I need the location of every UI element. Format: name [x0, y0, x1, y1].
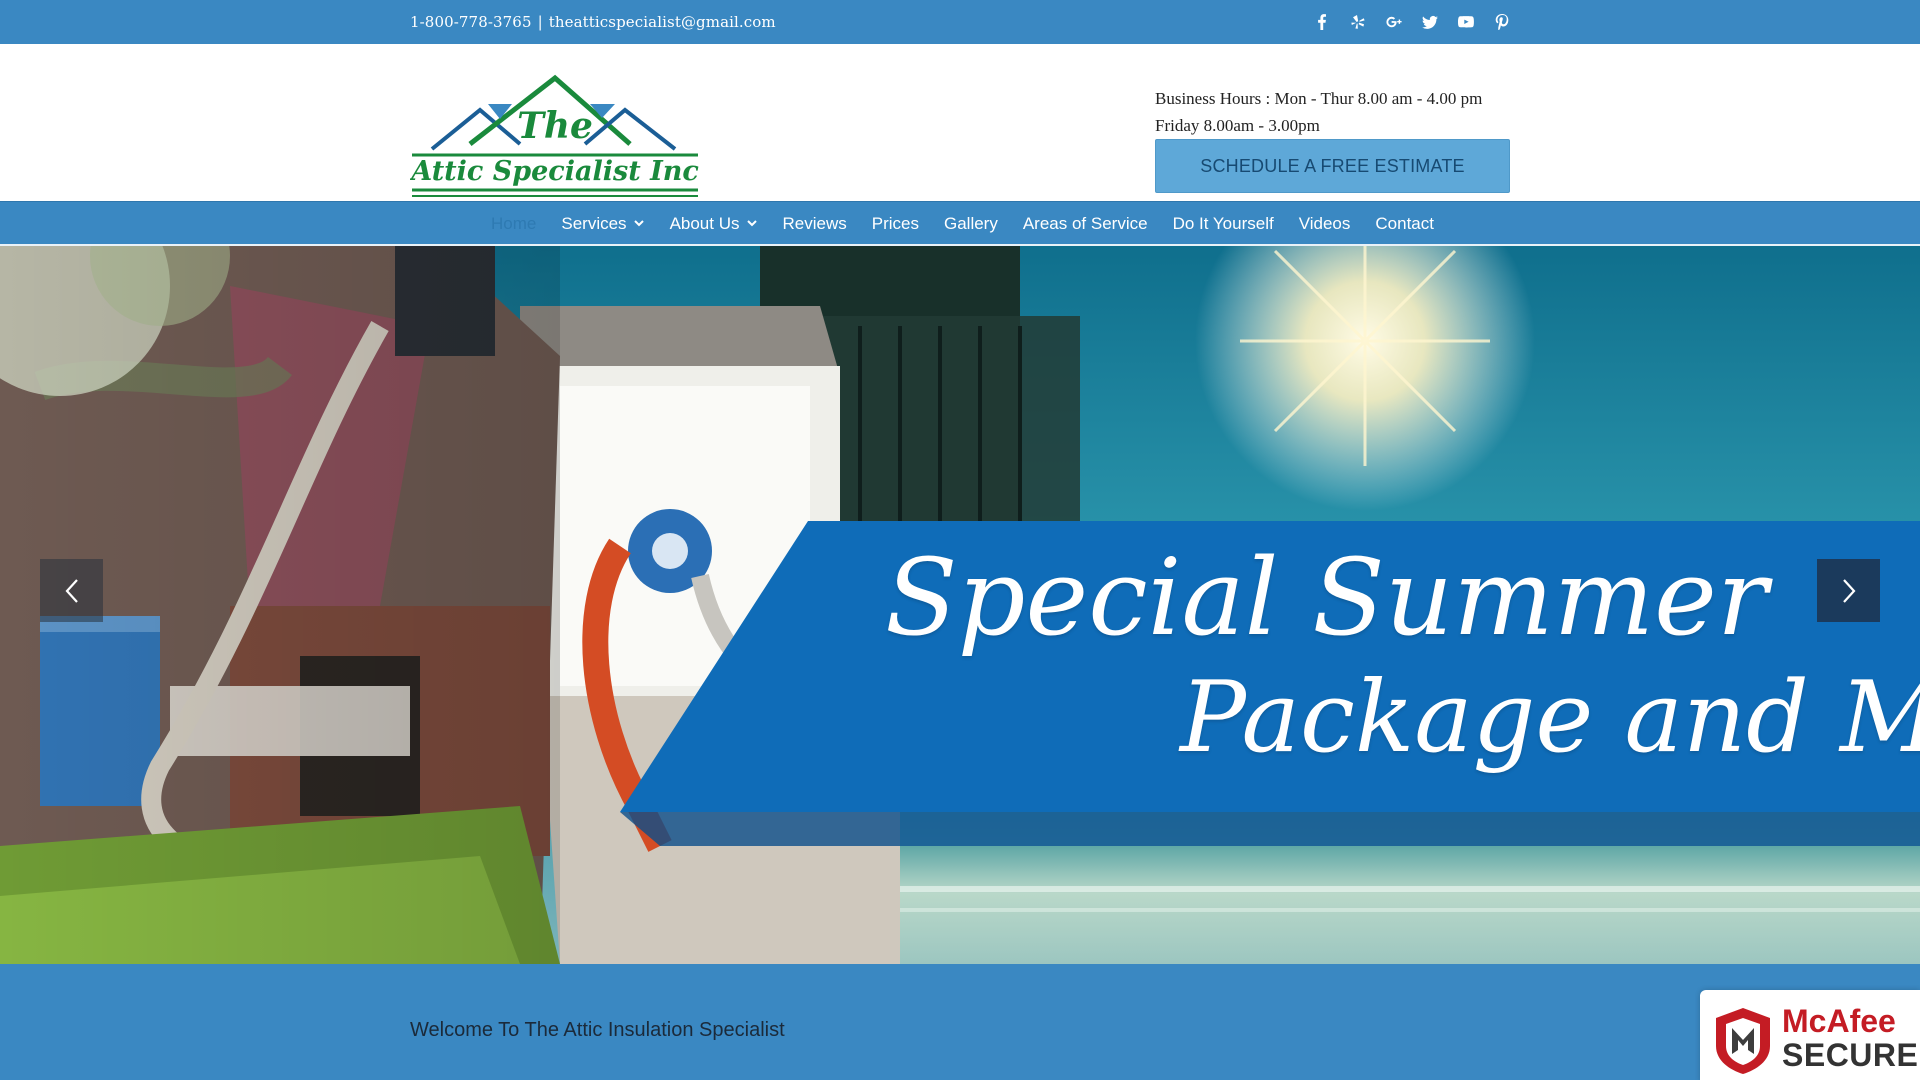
nav-item-label: Services	[561, 213, 627, 233]
facebook-icon[interactable]	[1310, 10, 1334, 34]
nav-item-label: Videos	[1298, 213, 1351, 233]
nav-item-about-us[interactable]: About Us	[670, 214, 758, 234]
top-contact-bar: 1-800-778-3765 | theatticspecialist@gmail.…	[0, 0, 1920, 44]
hero-headline-line2: Package and More	[1180, 661, 1920, 775]
nav-item-gallery[interactable]: Gallery	[944, 214, 998, 234]
nav-item-do-it-yourself[interactable]: Do It Yourself	[1173, 214, 1274, 234]
chevron-left-icon	[65, 578, 78, 603]
mcafee-secure-text: SECURE	[1782, 1037, 1919, 1073]
twitter-icon[interactable]	[1418, 10, 1442, 34]
nav-item-prices[interactable]: Prices	[872, 214, 919, 234]
nav-item-label: About Us	[669, 213, 740, 233]
nav-item-label: Areas of Service	[1022, 213, 1148, 233]
phone-link[interactable]: 1-800-778-3765	[410, 13, 532, 31]
main-navigation: Home Services About Us Reviews Prices Ga…	[0, 201, 1920, 246]
contact-separator: |	[537, 13, 543, 31]
nav-item-label: Prices	[871, 213, 919, 233]
email-link[interactable]: theatticspecialist@gmail.com	[549, 13, 776, 31]
welcome-heading: Welcome To The Attic Insulation Speciali…	[410, 1019, 785, 1041]
company-logo[interactable]: The Attic Specialist Inc	[410, 74, 700, 199]
slider-next-button[interactable]	[1817, 559, 1880, 622]
nav-item-contact[interactable]: Contact	[1375, 214, 1434, 234]
chevron-down-icon	[633, 214, 645, 234]
nav-item-services[interactable]: Services	[561, 214, 644, 234]
pinterest-icon[interactable]	[1490, 10, 1514, 34]
schedule-estimate-button[interactable]: SCHEDULE A FREE ESTIMATE	[1155, 139, 1510, 193]
slider-prev-button[interactable]	[40, 559, 103, 622]
hero-slider: Special Summer Package and More	[0, 246, 1920, 964]
site-header: The Attic Specialist Inc Business Hours …	[0, 44, 1920, 201]
contact-info: 1-800-778-3765 | theatticspecialist@gmail.…	[410, 13, 776, 31]
nav-item-videos[interactable]: Videos	[1299, 214, 1351, 234]
logo-line2: Attic Specialist Inc	[410, 156, 699, 187]
social-links	[1310, 10, 1514, 34]
yelp-icon[interactable]	[1346, 10, 1370, 34]
nav-item-home[interactable]: Home	[491, 214, 536, 234]
nav-item-label: Gallery	[943, 213, 998, 233]
chevron-right-icon	[1842, 578, 1855, 603]
nav-item-label: Reviews	[782, 213, 847, 233]
logo-line1: The	[517, 105, 593, 147]
youtube-icon[interactable]	[1454, 10, 1478, 34]
welcome-section: Welcome To The Attic Insulation Speciali…	[0, 964, 1920, 1080]
mcafee-shield-icon	[1716, 1008, 1770, 1074]
chevron-down-icon	[746, 214, 758, 234]
nav-item-label: Contact	[1375, 213, 1434, 233]
hours-friday: Friday 8.00am - 3.00pm	[1155, 116, 1320, 135]
business-hours: Business Hours : Mon - Thur 8.00 am - 4.…	[1155, 85, 1482, 139]
hours-weekdays: Business Hours : Mon - Thur 8.00 am - 4.…	[1155, 89, 1483, 108]
nav-list: Home Services About Us Reviews Prices Ga…	[0, 202, 1920, 245]
mcafee-brand-text: McAfee	[1782, 1003, 1896, 1039]
hero-headline-line1: Special Summer	[885, 536, 1768, 659]
mcafee-secure-badge[interactable]: McAfee SECURE	[1700, 990, 1920, 1080]
nav-item-label: Home	[491, 213, 537, 233]
nav-item-label: Do It Yourself	[1172, 213, 1274, 233]
nav-item-reviews[interactable]: Reviews	[783, 214, 847, 234]
google-plus-icon[interactable]	[1382, 10, 1406, 34]
nav-item-areas-of-service[interactable]: Areas of Service	[1023, 214, 1148, 234]
